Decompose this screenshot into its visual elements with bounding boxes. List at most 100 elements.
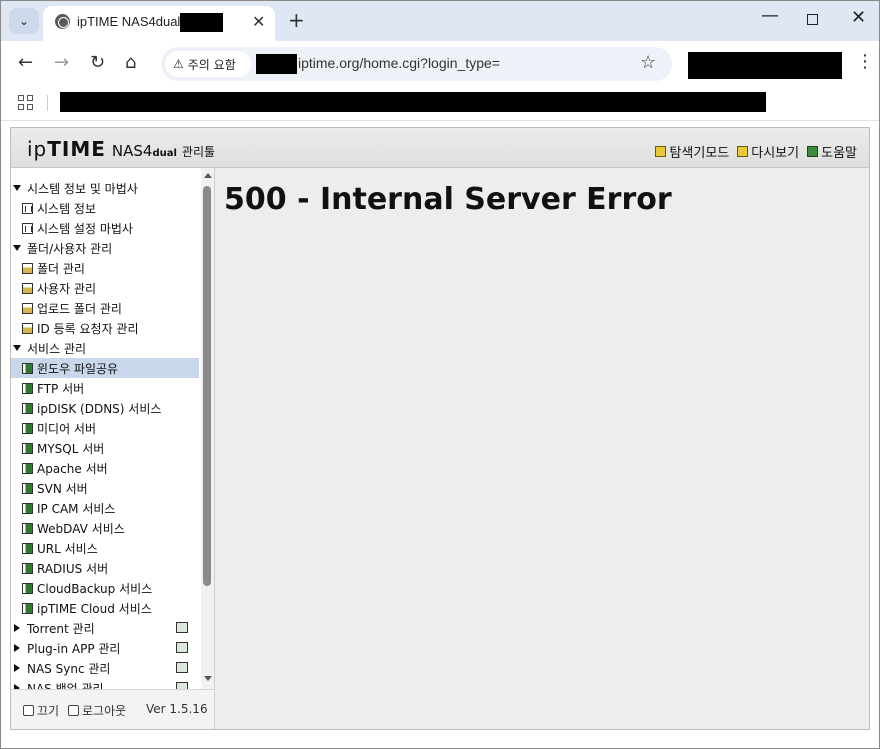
apps-grid-icon[interactable] bbox=[18, 95, 33, 110]
sidebar-scrollbar[interactable] bbox=[201, 168, 214, 689]
security-chip[interactable]: ⚠ 주의 요함 bbox=[165, 51, 251, 77]
sidebar-item[interactable]: IP CAM 서비스 bbox=[11, 498, 199, 518]
sidebar-item[interactable]: WebDAV 서비스 bbox=[11, 518, 199, 538]
sidebar-item-label: NAS Sync 관리 bbox=[27, 661, 111, 676]
group-status-icon bbox=[176, 622, 188, 633]
explorer-mode-icon bbox=[655, 146, 667, 157]
sidebar-group[interactable]: NAS 백업 관리 bbox=[11, 678, 199, 689]
sidebar-item[interactable]: 미디어 서버 bbox=[11, 418, 199, 438]
sidebar-item[interactable]: Apache 서버 bbox=[11, 458, 199, 478]
warning-icon: ⚠ bbox=[173, 57, 184, 71]
sidebar-item-label: 폴더/사용자 관리 bbox=[27, 241, 113, 256]
sidebar-group[interactable]: 폴더/사용자 관리 bbox=[11, 238, 199, 258]
sidebar-item-label: 서비스 관리 bbox=[27, 341, 87, 356]
address-bar[interactable]: ⚠ 주의 요함 iptime.org/home.cgi?login_type= … bbox=[161, 47, 672, 81]
url-redaction bbox=[256, 54, 297, 74]
sidebar-group[interactable]: NAS Sync 관리 bbox=[11, 658, 199, 678]
refresh-icon bbox=[737, 146, 749, 157]
sidebar-item[interactable]: 시스템 정보 bbox=[11, 198, 199, 218]
explorer-mode-label: 탐색기모드 bbox=[669, 146, 730, 161]
forward-arrow-icon[interactable]: → bbox=[54, 53, 69, 73]
url-text[interactable]: iptime.org/home.cgi?login_type= bbox=[298, 55, 500, 71]
sidebar-item-label: IP CAM 서비스 bbox=[37, 501, 116, 516]
sidebar-item-label: Torrent 관리 bbox=[27, 621, 95, 636]
sidebar-item[interactable]: ID 등록 요청자 관리 bbox=[11, 318, 199, 338]
sidebar-item[interactable]: MYSQL 서버 bbox=[11, 438, 199, 458]
back-arrow-icon[interactable]: ← bbox=[18, 53, 33, 73]
security-chip-label: 주의 요함 bbox=[187, 57, 236, 72]
sidebar-item[interactable]: URL 서비스 bbox=[11, 538, 199, 558]
sidebar-item-label: 미디어 서버 bbox=[37, 421, 97, 436]
sidebar-item-label: SVN 서버 bbox=[37, 481, 88, 496]
expanded-arrow-icon bbox=[13, 345, 21, 351]
window-close-icon[interactable]: ✕ bbox=[851, 7, 866, 28]
tab-title-redaction bbox=[180, 13, 223, 32]
sidebar-item[interactable]: 사용자 관리 bbox=[11, 278, 199, 298]
sidebar-item-label: 윈도우 파일공유 bbox=[37, 361, 119, 376]
sidebar-item-label: 시스템 정보 및 마법사 bbox=[27, 181, 138, 196]
brand-logo: ip TIME NAS4 dual 관리툴 bbox=[27, 137, 215, 161]
reload-icon[interactable]: ↻ bbox=[90, 53, 105, 73]
service-icon bbox=[22, 402, 33, 414]
scroll-thumb[interactable] bbox=[203, 186, 211, 586]
tab-close-icon[interactable]: ✕ bbox=[252, 12, 265, 31]
home-icon[interactable]: ⌂ bbox=[125, 53, 136, 73]
sidebar-item[interactable]: ipDISK (DDNS) 서비스 bbox=[11, 398, 199, 418]
sidebar-item[interactable]: 업로드 폴더 관리 bbox=[11, 298, 199, 318]
explorer-mode-link[interactable]: 탐색기모드 bbox=[655, 142, 729, 161]
address-toolbar: ← → ↻ ⌂ ⚠ 주의 요함 iptime.org/home.cgi?logi… bbox=[1, 41, 879, 87]
chart-icon bbox=[22, 222, 33, 234]
bookmarks-redaction bbox=[60, 92, 766, 112]
brand-model: NAS4 bbox=[111, 142, 153, 160]
service-icon bbox=[22, 562, 33, 574]
sidebar-group[interactable]: 서비스 관리 bbox=[11, 338, 199, 358]
sidebar-item[interactable]: 시스템 설정 마법사 bbox=[11, 218, 199, 238]
folder-icon bbox=[22, 302, 33, 314]
service-icon bbox=[22, 542, 33, 554]
service-icon bbox=[22, 422, 33, 434]
logout-button[interactable]: 로그아웃 bbox=[68, 702, 126, 719]
tab-bar: ⌄ ipTIME NAS4dual - ✕ + — ✕ bbox=[1, 1, 879, 41]
nas-admin-page: ip TIME NAS4 dual 관리툴 탐색기모드 다시보기 도움말 시스템… bbox=[10, 127, 870, 730]
sidebar-menu: 시스템 정보 및 마법사시스템 정보시스템 설정 마법사폴더/사용자 관리폴더 … bbox=[11, 168, 214, 689]
scroll-down-icon[interactable] bbox=[204, 676, 212, 681]
collapsed-arrow-icon bbox=[14, 644, 20, 652]
star-icon[interactable]: ☆ bbox=[640, 52, 656, 73]
sidebar-item-label: ID 등록 요청자 관리 bbox=[37, 321, 139, 336]
sidebar-item-label: RADIUS 서버 bbox=[37, 561, 109, 576]
scroll-up-icon[interactable] bbox=[204, 173, 212, 178]
sidebar-item[interactable]: CloudBackup 서비스 bbox=[11, 578, 199, 598]
sidebar-group[interactable]: 시스템 정보 및 마법사 bbox=[11, 178, 199, 198]
expanded-arrow-icon bbox=[13, 245, 21, 251]
sidebar-item-label: URL 서비스 bbox=[37, 541, 98, 556]
folder-icon bbox=[22, 322, 33, 334]
sidebar-item[interactable]: FTP 서버 bbox=[11, 378, 199, 398]
sidebar-item-label: 시스템 정보 bbox=[37, 201, 97, 216]
browser-window: ⌄ ipTIME NAS4dual - ✕ + — ✕ ← → ↻ ⌂ ⚠ 주의… bbox=[0, 0, 880, 749]
sidebar-item[interactable]: SVN 서버 bbox=[11, 478, 199, 498]
collapsed-arrow-icon bbox=[14, 664, 20, 672]
active-tab[interactable]: ipTIME NAS4dual - ✕ bbox=[43, 6, 275, 41]
service-icon bbox=[22, 462, 33, 474]
sidebar-item[interactable]: RADIUS 서버 bbox=[11, 558, 199, 578]
sidebar-group[interactable]: Plug-in APP 관리 bbox=[11, 638, 199, 658]
minimize-icon[interactable]: — bbox=[761, 5, 779, 26]
sidebar-item[interactable]: 폴더 관리 bbox=[11, 258, 199, 278]
sidebar-group[interactable]: Torrent 관리 bbox=[11, 618, 199, 638]
sidebar-item-label: CloudBackup 서비스 bbox=[37, 581, 153, 596]
bookmarks-bar bbox=[1, 87, 879, 121]
service-icon bbox=[22, 362, 33, 374]
maximize-icon[interactable] bbox=[807, 14, 818, 25]
sidebar-item[interactable]: 윈도우 파일공유 bbox=[11, 358, 199, 378]
refresh-link[interactable]: 다시보기 bbox=[737, 142, 799, 161]
help-link[interactable]: 도움말 bbox=[807, 142, 857, 161]
group-status-icon bbox=[176, 662, 188, 673]
tab-search-chevron-icon[interactable]: ⌄ bbox=[9, 8, 39, 34]
new-tab-icon[interactable]: + bbox=[288, 9, 305, 31]
chart-icon bbox=[22, 202, 33, 214]
sidebar-item[interactable]: ipTIME Cloud 서비스 bbox=[11, 598, 199, 618]
power-off-button[interactable]: 끄기 bbox=[23, 702, 59, 719]
kebab-menu-icon[interactable]: ⋮ bbox=[856, 51, 874, 72]
app-header: ip TIME NAS4 dual 관리툴 탐색기모드 다시보기 도움말 bbox=[11, 128, 869, 168]
power-off-label: 끄기 bbox=[37, 704, 60, 718]
